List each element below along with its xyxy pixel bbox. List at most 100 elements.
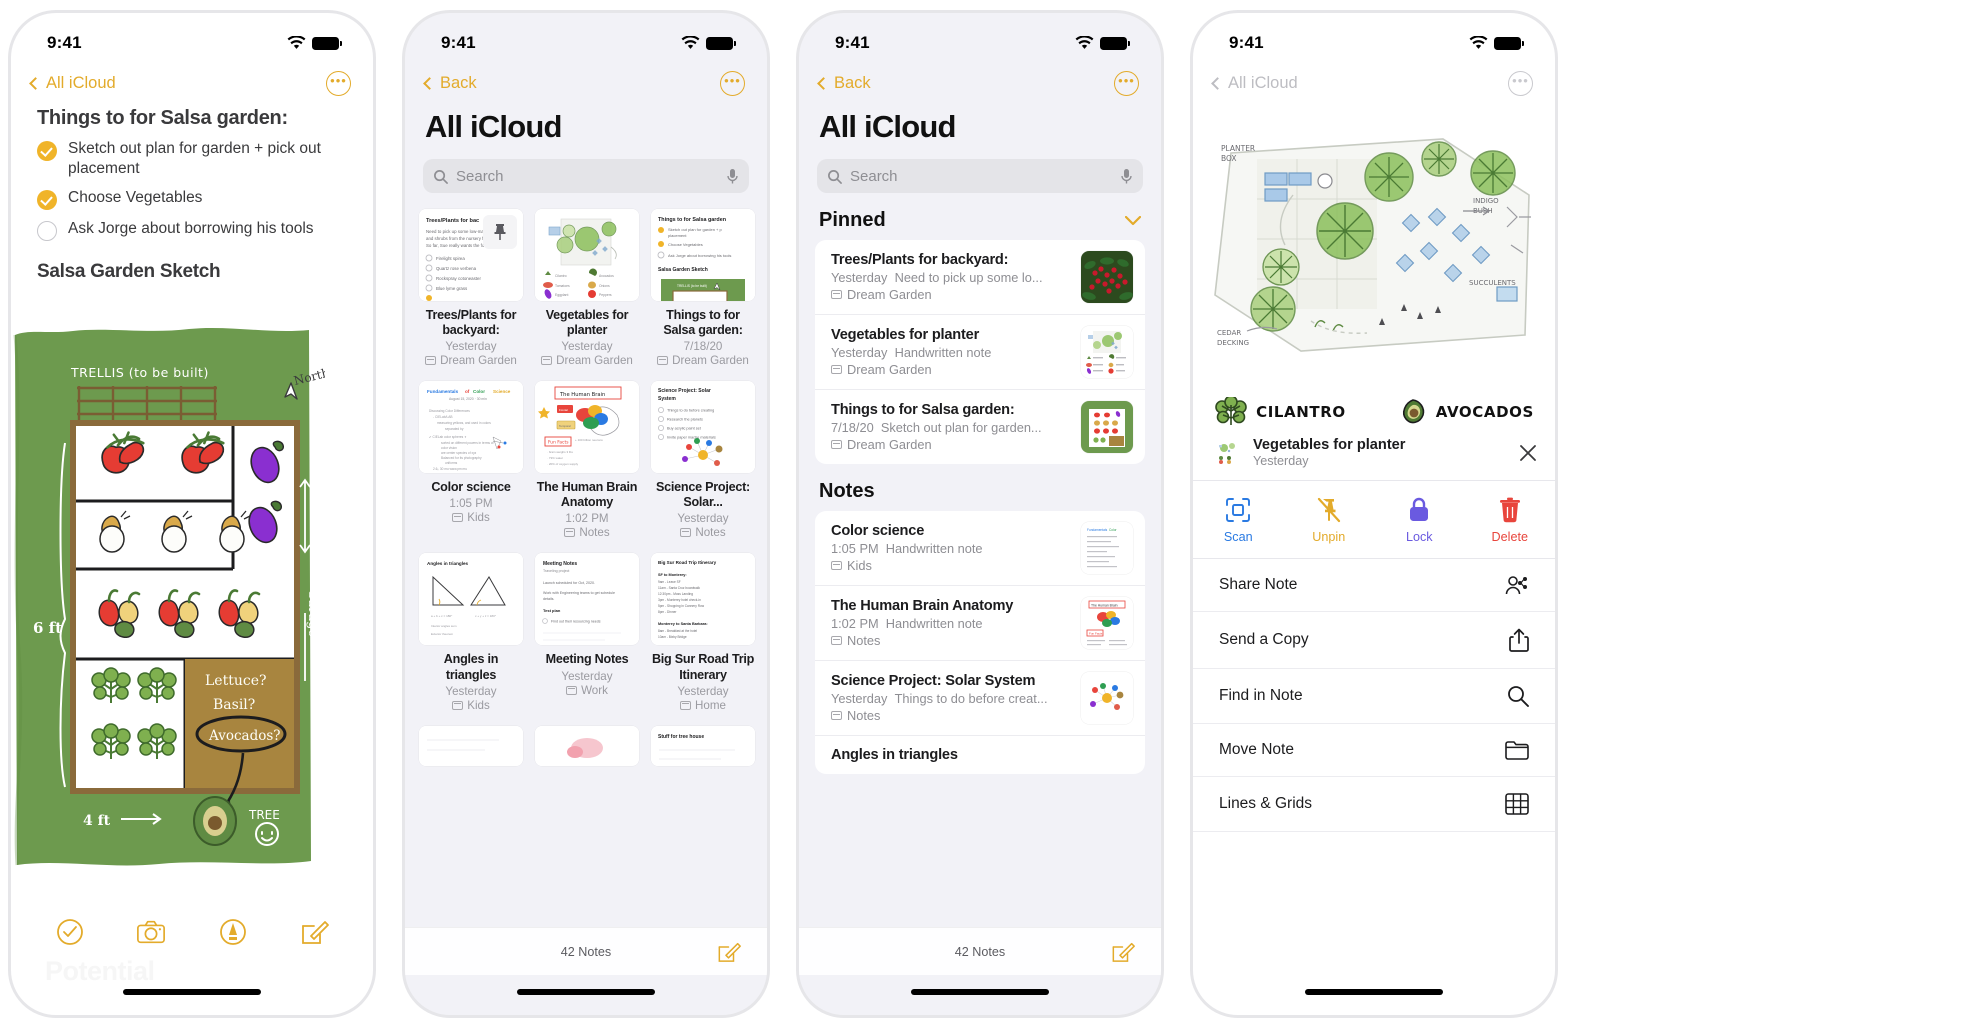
note-card[interactable]: Fundamentals of Color Science August 15,…: [419, 381, 523, 539]
note-thumbnail[interactable]: [535, 725, 639, 766]
page-title: All iCloud: [819, 109, 956, 144]
svg-text:color vision: color vision: [441, 446, 457, 450]
note-thumbnail[interactable]: [1081, 672, 1133, 724]
note-meta: 7/18/20 Sketch out plan for garden...: [831, 420, 1071, 435]
checklist-item[interactable]: Choose Vegetables: [37, 188, 347, 210]
svg-text:10am - Bixby Bridge: 10am - Bixby Bridge: [658, 635, 687, 639]
status-icons: [287, 36, 342, 50]
section-header-pinned[interactable]: Pinned: [799, 193, 1161, 240]
note-card[interactable]: Science Project: Solar System Things to …: [651, 381, 755, 539]
menu-item-send-a-copy[interactable]: Send a Copy: [1193, 612, 1555, 669]
svg-text:Garage: Garage: [305, 589, 320, 637]
svg-text:· brain weighs 3 lbs: · brain weighs 3 lbs: [547, 450, 573, 454]
menu-item-move-note[interactable]: Move Note: [1193, 724, 1555, 777]
note-card[interactable]: Big Sur Road Trip Itinerary SF to Monter…: [651, 553, 755, 712]
menu-item-find-in-note[interactable]: Find in Note: [1193, 669, 1555, 724]
note-thumbnail[interactable]: [1081, 326, 1133, 378]
list-item[interactable]: Trees/Plants for backyard: Yesterday Nee…: [815, 240, 1145, 315]
svg-text:TRELLIS (to be built): TRELLIS (to be built): [70, 365, 209, 380]
microphone-icon[interactable]: [1120, 168, 1133, 185]
note-thumbnail[interactable]: Science Project: Solar System Things to …: [651, 381, 755, 474]
action-lock[interactable]: Lock: [1374, 497, 1465, 544]
note-thumbnail[interactable]: [1081, 251, 1133, 303]
list-item[interactable]: Things to for Salsa garden: 7/18/20 Sket…: [815, 390, 1145, 464]
chevron-down-icon[interactable]: [1125, 215, 1141, 226]
more-options-button[interactable]: •••: [720, 70, 745, 96]
ellipsis-icon: •••: [1512, 73, 1529, 88]
section-header-notes[interactable]: Notes: [799, 464, 1161, 511]
note-card[interactable]: Meeting Notes Traveling project Launch s…: [535, 553, 639, 711]
back-button[interactable]: All iCloud: [1209, 74, 1298, 93]
note-card[interactable]: Trees/Plants for bac Need to pick up som…: [419, 209, 523, 367]
note-card[interactable]: Cilantro Avocados Tomatoes Onions Eggpla…: [535, 209, 639, 367]
garden-plan-preview[interactable]: PLANTER BOX INDIGO BUSH SUCCULENTS CEDAR…: [1193, 99, 1555, 391]
back-button-all-icloud[interactable]: All iCloud: [27, 74, 116, 93]
list-item[interactable]: Vegetables for planter Yesterday Handwri…: [815, 315, 1145, 390]
note-card[interactable]: The Human Brain Frontal Temporal Fun Fac…: [535, 381, 639, 539]
note-thumbnail[interactable]: Big Sur Road Trip Itinerary SF to Monter…: [651, 553, 755, 646]
note-card[interactable]: [419, 725, 523, 766]
menu-item-share-note[interactable]: Share Note: [1193, 559, 1555, 612]
svg-text:Stuff for tree house: Stuff for tree house: [658, 734, 704, 740]
checklist-item[interactable]: Ask Jorge about borrowing his tools: [37, 219, 347, 241]
note-thumbnail[interactable]: Trees/Plants for bac Need to pick up som…: [419, 209, 523, 301]
microphone-icon[interactable]: [726, 168, 739, 185]
selected-note-row[interactable]: Vegetables for planter Yesterday: [1193, 427, 1555, 481]
checklist-icon[interactable]: [55, 917, 85, 947]
note-card[interactable]: Stuff for tree house: [651, 725, 755, 766]
note-thumbnail[interactable]: Things to for Salsa garden Sketch out pl…: [651, 209, 755, 301]
list-item[interactable]: The Human Brain Anatomy 1:02 PM Handwrit…: [815, 586, 1145, 661]
note-thumbnail[interactable]: Fundamentals of Color Science August 15,…: [419, 381, 523, 474]
camera-icon[interactable]: [136, 917, 166, 947]
legend-label: AVOCADOS: [1435, 403, 1534, 421]
search-field[interactable]: Search: [423, 159, 749, 193]
grid-icon: [1505, 793, 1529, 815]
list-item[interactable]: Color science 1:05 PM Handwritten note K…: [815, 511, 1145, 586]
compose-icon[interactable]: [299, 917, 330, 947]
folder-label: Dream Garden: [672, 354, 749, 368]
note-thumbnail[interactable]: The Human Brain Fun Facts: [1081, 597, 1133, 649]
note-meta: 1:05 PM Handwritten note: [831, 541, 1071, 556]
note-thumbnail[interactable]: The Human Brain Frontal Temporal Fun Fac…: [535, 381, 639, 474]
back-button[interactable]: Back: [421, 74, 477, 93]
note-card[interactable]: [535, 725, 639, 766]
note-thumbnail[interactable]: [419, 725, 523, 766]
more-options-button[interactable]: •••: [1508, 70, 1533, 96]
garden-sketch-image[interactable]: TRELLIS (to be built) North Lettuce? Bas…: [11, 301, 373, 881]
note-thumbnail[interactable]: Cilantro Avocados Tomatoes Onions Eggpla…: [535, 209, 639, 301]
note-card[interactable]: Things to for Salsa garden Sketch out pl…: [651, 209, 755, 367]
more-options-button[interactable]: •••: [1114, 70, 1139, 96]
checklist-item[interactable]: Sketch out plan for garden + pick out pl…: [37, 139, 347, 179]
close-icon[interactable]: [1519, 444, 1537, 462]
checkbox-unchecked-icon[interactable]: [37, 220, 57, 241]
search-icon: [434, 169, 448, 184]
note-thumbnail[interactable]: Meeting Notes Traveling project Launch s…: [535, 553, 639, 646]
svg-text:Onions: Onions: [599, 284, 610, 288]
more-options-button[interactable]: •••: [326, 70, 351, 96]
compose-icon[interactable]: [716, 939, 741, 964]
svg-text:August 15, 2020 · 30 min: August 15, 2020 · 30 min: [449, 397, 487, 401]
svg-text:Science Project: Solar: Science Project: Solar: [658, 388, 711, 394]
note-card[interactable]: Angles in triangles a + b + c = 180° x + …: [419, 553, 523, 712]
section-label: Notes: [819, 480, 875, 502]
list-item[interactable]: Science Project: Solar System Yesterday …: [815, 661, 1145, 736]
action-scan[interactable]: Scan: [1193, 497, 1284, 544]
checkbox-checked-icon[interactable]: [37, 189, 57, 210]
note-thumbnail[interactable]: Stuff for tree house: [651, 725, 755, 766]
menu-item-lines-grids[interactable]: Lines & Grids: [1193, 777, 1555, 832]
compose-icon[interactable]: [1110, 939, 1135, 964]
folder-icon: [541, 356, 553, 366]
note-card-folder: Dream Garden: [419, 354, 523, 367]
action-unpin[interactable]: Unpin: [1284, 497, 1375, 544]
action-delete[interactable]: Delete: [1465, 497, 1556, 544]
back-button[interactable]: Back: [815, 74, 871, 93]
note-thumbnail[interactable]: Fundamentals Color: [1081, 522, 1133, 574]
svg-text:Avocados?: Avocados?: [208, 728, 281, 744]
note-thumbnail[interactable]: Angles in triangles a + b + c = 180° x + …: [419, 553, 523, 646]
search-field[interactable]: Search: [817, 159, 1143, 193]
note-thumbnail[interactable]: [1081, 401, 1133, 453]
checkbox-checked-icon[interactable]: [37, 141, 57, 161]
markup-icon[interactable]: [218, 917, 248, 947]
list-item[interactable]: Angles in triangles: [815, 736, 1145, 774]
svg-text:Sketch out plan for garden + p: Sketch out plan for garden + p: [668, 227, 722, 232]
